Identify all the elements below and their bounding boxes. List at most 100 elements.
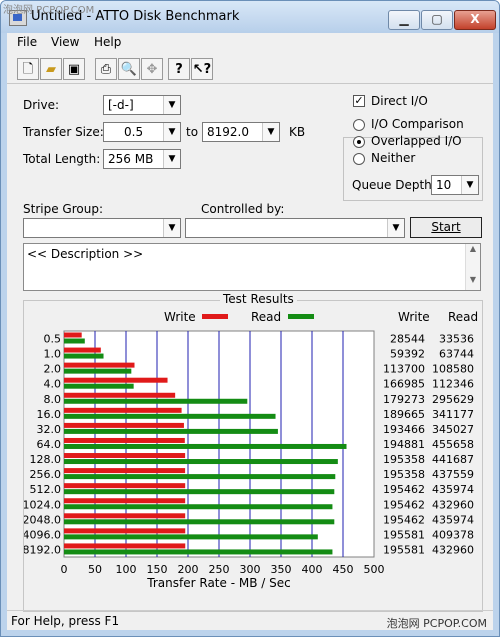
scroll-up-icon[interactable]: ▲ <box>466 244 480 253</box>
new-button[interactable]: 🗋 <box>17 58 39 80</box>
controlled-by-select[interactable]: ▼ <box>185 218 405 238</box>
kb-label: KB <box>289 125 306 139</box>
write-value: 195581 <box>383 543 425 556</box>
y-tick-label: 32.0 <box>37 423 62 436</box>
queue-depth-label: Queue Depth: <box>352 178 436 192</box>
legend-read-swatch <box>288 314 314 319</box>
read-bar <box>64 519 335 525</box>
menu-file[interactable]: File <box>17 35 37 49</box>
help-button[interactable]: ? <box>168 58 190 80</box>
direct-io-label[interactable]: Direct I/O <box>371 94 428 108</box>
print-preview-button[interactable]: 🔍 <box>118 58 140 80</box>
total-length-select[interactable]: 256 MB ▼ <box>103 149 181 169</box>
write-value: 195462 <box>383 513 425 526</box>
x-tick-label: 150 <box>147 563 168 576</box>
y-tick-label: 4.0 <box>44 378 62 391</box>
x-tick-label: 100 <box>116 563 137 576</box>
write-bar <box>64 362 135 368</box>
read-value: 63744 <box>439 348 474 361</box>
minimize-button[interactable]: ▁ <box>388 10 420 30</box>
y-tick-label: 512.0 <box>30 483 62 496</box>
drive-label: Drive: <box>23 98 60 112</box>
read-value: 435974 <box>432 513 474 526</box>
write-value: 28544 <box>390 333 425 346</box>
io-comparison-radio[interactable] <box>353 119 365 131</box>
to-label: to <box>186 125 199 139</box>
move-button[interactable]: ✥ <box>141 58 163 80</box>
overlapped-io-label[interactable]: Overlapped I/O <box>371 134 462 148</box>
total-length-value: 256 MB <box>108 152 154 166</box>
read-bar <box>64 443 347 449</box>
write-bar <box>64 483 186 489</box>
write-value: 195358 <box>383 453 425 466</box>
scroll-down-icon[interactable]: ▼ <box>466 275 480 284</box>
help-icon: ? <box>175 62 183 77</box>
x-tick-label: 400 <box>302 563 323 576</box>
description-scrollbar[interactable]: ▲ ▼ <box>465 244 480 290</box>
neither-label[interactable]: Neither <box>371 151 415 165</box>
y-tick-label: 8192.0 <box>24 543 61 556</box>
maximize-button[interactable]: ▢ <box>421 10 453 30</box>
transfer-size-from-select[interactable]: 0.5 ▼ <box>103 122 181 142</box>
context-help-button[interactable]: ↖? <box>191 58 213 80</box>
write-bar <box>64 332 82 338</box>
transfer-size-to-select[interactable]: 8192.0 ▼ <box>202 122 280 142</box>
read-value: 33536 <box>439 333 474 346</box>
write-bar <box>64 453 186 459</box>
read-bar <box>64 504 333 510</box>
title-bar[interactable]: Untitled - ATTO Disk Benchmark 泡泡网 PCPOP… <box>1 1 499 33</box>
read-value: 345027 <box>432 423 474 436</box>
write-value: 59392 <box>390 348 425 361</box>
save-icon: ▣ <box>67 62 81 77</box>
print-button[interactable]: ⎙ <box>95 58 117 80</box>
maximize-icon: ▢ <box>431 12 443 26</box>
x-tick-label: 250 <box>209 563 230 576</box>
open-button[interactable]: ▰ <box>40 58 62 80</box>
neither-radio[interactable] <box>353 153 365 165</box>
drive-select[interactable]: [-d-] ▼ <box>103 95 181 115</box>
read-bar <box>64 549 333 555</box>
start-button[interactable]: Start <box>410 217 482 238</box>
write-value: 179273 <box>383 393 425 406</box>
read-bar <box>64 474 336 480</box>
overlapped-io-radio[interactable] <box>353 136 365 148</box>
total-length-label: Total Length: <box>23 152 101 166</box>
new-icon: 🗋 <box>22 62 34 77</box>
close-button[interactable]: X <box>454 10 496 30</box>
menu-help[interactable]: Help <box>94 35 121 49</box>
io-comparison-label[interactable]: I/O Comparison <box>371 117 464 131</box>
x-axis-label: Transfer Rate - MB / Sec <box>146 576 290 590</box>
y-tick-label: 128.0 <box>30 453 62 466</box>
write-bar <box>64 437 185 443</box>
read-value: 112346 <box>432 378 474 391</box>
read-bar <box>64 413 276 419</box>
status-text: For Help, press F1 <box>11 614 120 628</box>
y-tick-label: 1024.0 <box>24 498 61 511</box>
direct-io-checkbox[interactable]: ✓ <box>353 95 365 107</box>
y-tick-label: 2048.0 <box>24 513 61 526</box>
read-value: 295629 <box>432 393 474 406</box>
write-bar <box>64 377 168 383</box>
write-value: 189665 <box>383 408 425 421</box>
description-box[interactable]: << Description >> ▲ ▼ <box>23 243 481 291</box>
write-value: 195462 <box>383 498 425 511</box>
chevron-down-icon: ▼ <box>387 219 404 237</box>
check-icon: ✓ <box>354 94 364 107</box>
menu-view[interactable]: View <box>51 35 79 49</box>
read-bar <box>64 398 248 404</box>
read-bar <box>64 383 134 389</box>
transfer-size-label: Transfer Size: <box>23 125 104 139</box>
x-tick-label: 500 <box>364 563 385 576</box>
save-button[interactable]: ▣ <box>63 58 85 80</box>
stripe-group-select[interactable]: ▼ <box>23 218 181 238</box>
write-bar <box>64 347 101 353</box>
y-tick-label: 256.0 <box>30 468 62 481</box>
print-icon: ⎙ <box>100 62 112 77</box>
read-bar <box>64 459 338 465</box>
write-value: 194881 <box>383 438 425 451</box>
read-bar <box>64 489 335 495</box>
y-tick-label: 8.0 <box>44 393 62 406</box>
queue-depth-select[interactable]: 10 ▼ <box>431 175 479 195</box>
chevron-down-icon: ▼ <box>163 123 180 141</box>
transfer-size-to-value: 8192.0 <box>207 125 249 139</box>
